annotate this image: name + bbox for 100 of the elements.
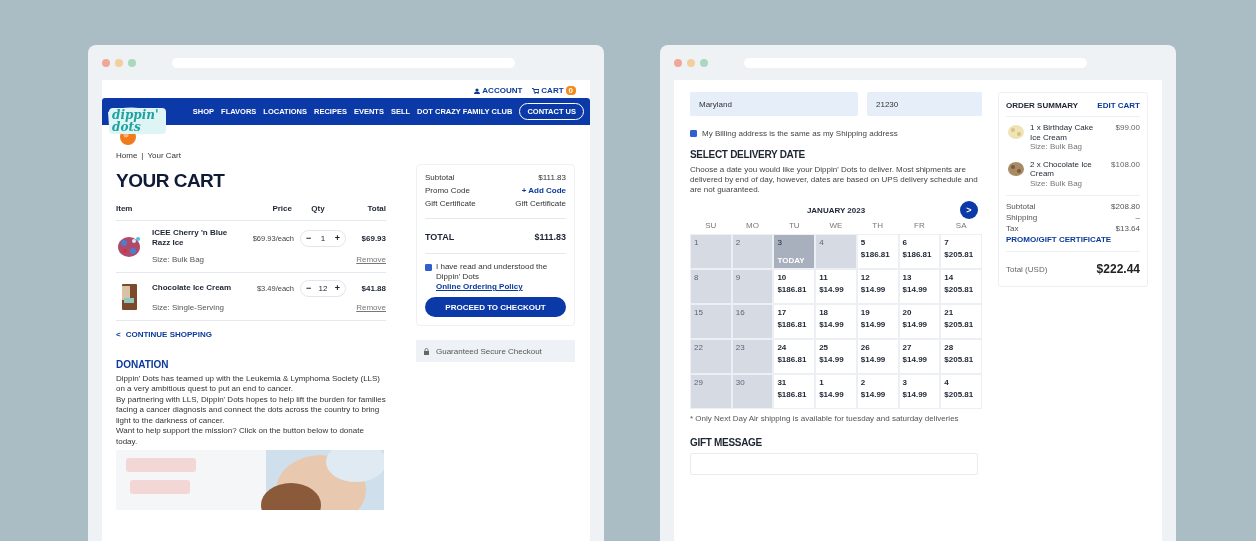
day-price: $186.81 xyxy=(860,250,891,259)
day-number: 4 xyxy=(819,238,825,247)
day-number: 13 xyxy=(902,273,913,282)
summary-value: Gift Certificate xyxy=(515,198,566,210)
calendar-day[interactable]: 18 $14.99 xyxy=(816,305,856,338)
day-number: 16 xyxy=(735,308,746,317)
day-price: $186.81 xyxy=(777,390,808,399)
day-number: 5 xyxy=(860,238,867,247)
calendar-day[interactable]: 1 $14.99 xyxy=(816,375,856,408)
policy-link[interactable]: Online Ordering Policy xyxy=(436,282,523,291)
day-number: 15 xyxy=(694,308,704,317)
checkbox[interactable] xyxy=(425,264,432,271)
count-badge: 0 xyxy=(565,86,576,95)
summary-label: Gift Certificate xyxy=(425,198,476,210)
window-dot xyxy=(102,58,110,67)
summary-heading: ORDER SUMMARY xyxy=(1006,101,1079,110)
day-number: 10 xyxy=(777,273,788,282)
remove-link[interactable]: Remove xyxy=(348,303,386,313)
total-label: Total (USD) xyxy=(1006,264,1048,274)
decrease-button[interactable]: − xyxy=(306,233,312,244)
calendar-day[interactable]: 25 $14.99 xyxy=(816,340,856,373)
summary-label: Shipping xyxy=(1006,212,1038,223)
section-heading: DONATION xyxy=(116,358,170,370)
day-number: 31 xyxy=(777,378,788,387)
weekday-label: SA xyxy=(954,221,968,230)
product-name: ICEE Cherry 'n Blue Razz Ice xyxy=(151,228,229,249)
weekday-label: WE xyxy=(828,221,844,230)
cart-link[interactable]: CART xyxy=(532,86,564,95)
month-label: JANUARY 2023 xyxy=(806,205,866,215)
day-number: 24 xyxy=(777,343,788,352)
calendar-day[interactable]: 31 $186.81 xyxy=(774,375,815,408)
calendar-day[interactable]: 24 $186.81 xyxy=(774,340,815,373)
section-heading: SELECT DELIVERY DATE xyxy=(690,149,806,160)
continue-shopping-link[interactable]: < CONTINUE SHOPPING xyxy=(116,329,386,339)
calendar-day[interactable]: 19 $14.99 xyxy=(857,305,898,338)
day-price: $14.99 xyxy=(819,355,845,364)
calendar-day[interactable]: 17 $186.81 xyxy=(774,305,815,338)
calendar-day[interactable]: 11 $14.99 xyxy=(816,270,856,303)
checkbox[interactable] xyxy=(690,130,697,137)
next-month-button[interactable]: > xyxy=(960,201,978,219)
calendar-day[interactable]: 3 $14.99 xyxy=(899,375,940,408)
day-number: 20 xyxy=(902,308,913,317)
day-number: 9 xyxy=(735,273,742,282)
day-number: 25 xyxy=(819,343,830,352)
calendar-day[interactable]: 12 $14.99 xyxy=(857,270,898,303)
input-field[interactable]: Maryland xyxy=(690,92,858,116)
summary-value: $111.83 xyxy=(538,172,566,184)
day-price: $14.99 xyxy=(902,355,929,364)
product-size: Size: Single-Serving xyxy=(151,303,226,313)
calendar-day[interactable]: 6 $186.81 xyxy=(899,235,940,268)
calendar-day[interactable]: 5 $186.81 xyxy=(857,235,898,268)
weekday-label: FR xyxy=(913,221,926,230)
day-number: 19 xyxy=(860,308,871,317)
checkbox-label: My Billing address is the same as my Shipping address xyxy=(702,129,898,138)
day-price: $14.99 xyxy=(902,285,929,294)
add-code-link[interactable]: + Add Code xyxy=(521,184,566,197)
calendar-day[interactable]: 10 $186.81 xyxy=(774,270,815,303)
day-number: 26 xyxy=(860,343,871,352)
column-header: Item xyxy=(116,204,134,213)
breadcrumb-separator: | xyxy=(141,151,144,160)
checkout-button[interactable]: PROCEED TO CHECKOUT xyxy=(425,297,566,317)
calendar-day[interactable]: 26 $14.99 xyxy=(857,340,898,373)
decrease-button[interactable]: − xyxy=(306,283,312,294)
increase-button[interactable]: + xyxy=(334,233,340,244)
day-price: $186.81 xyxy=(777,355,808,364)
today-label: TODAY xyxy=(777,256,806,265)
account-link[interactable]: ACCOUNT xyxy=(474,86,523,95)
calendar-day[interactable]: 2 $14.99 xyxy=(857,375,898,408)
day-price: $14.99 xyxy=(819,390,845,399)
promo-link[interactable]: PROMO/GIFT CERTIFICATE xyxy=(1006,235,1140,244)
calendar-day[interactable]: 13 $14.99 xyxy=(899,270,940,303)
weekday-label: SU xyxy=(704,221,718,230)
day-number: 6 xyxy=(902,238,908,247)
input-field[interactable]: 21230 xyxy=(867,92,982,116)
calendar-day[interactable]: 20 $14.99 xyxy=(899,305,940,338)
paragraph: Want to help support the mission? Click on the button below to donate today. xyxy=(116,426,365,448)
user-icon xyxy=(474,87,481,94)
increase-button[interactable]: + xyxy=(334,283,340,294)
edit-cart-link[interactable]: EDIT CART xyxy=(1097,101,1140,110)
calendar-day[interactable]: 28 $205.81 xyxy=(941,340,981,373)
day-number: 7 xyxy=(944,238,950,247)
summary-label: Subtotal xyxy=(1006,201,1036,212)
day-price: $14.99 xyxy=(819,320,845,329)
package-icon xyxy=(122,284,137,311)
remove-link[interactable]: Remove xyxy=(348,255,386,265)
calendar-day[interactable]: 27 $14.99 xyxy=(899,340,940,373)
day-price: $14.99 xyxy=(860,390,887,399)
calendar-day[interactable]: 21 $205.81 xyxy=(941,305,981,338)
window-dot xyxy=(128,58,136,67)
day-price: $14.99 xyxy=(902,390,929,399)
calendar-day[interactable]: 4 $205.81 xyxy=(941,375,981,408)
quantity-value: 1 xyxy=(320,233,326,243)
breadcrumb-link[interactable]: Home xyxy=(116,151,138,160)
total-value: $222.44 xyxy=(1096,262,1140,276)
day-number: 21 xyxy=(944,308,955,317)
day-price: $14.99 xyxy=(860,285,887,294)
day-number: 18 xyxy=(819,308,830,317)
calendar-day[interactable]: 7 $205.81 xyxy=(941,235,981,268)
day-number: 2 xyxy=(860,378,867,387)
calendar-day[interactable]: 14 $205.81 xyxy=(941,270,981,303)
